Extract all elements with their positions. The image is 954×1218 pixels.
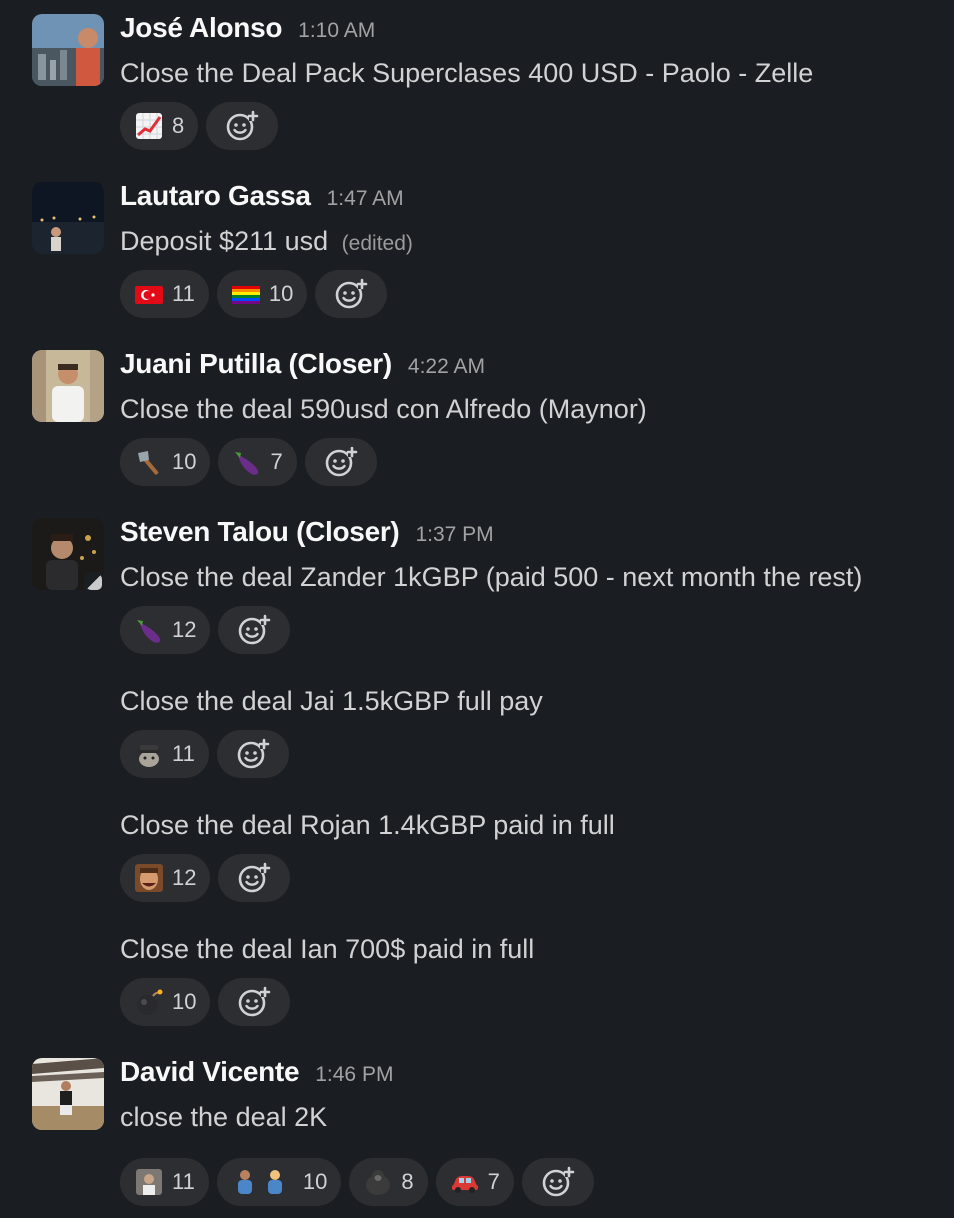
two-men-icon xyxy=(231,1167,295,1197)
eggplant-icon xyxy=(134,615,164,645)
reaction-bar: 10 7 xyxy=(120,438,377,486)
reaction-count: 12 xyxy=(172,617,197,642)
eggplant-icon xyxy=(232,447,262,477)
message-text: Close the deal Zander 1kGBP (paid 500 - … xyxy=(120,562,863,592)
add-reaction-button[interactable] xyxy=(521,1158,594,1206)
message-text: Close the deal Rojan 1.4kGBP paid in ful… xyxy=(120,810,615,840)
reaction-count: 12 xyxy=(172,865,197,890)
timestamp[interactable]: 1:37 PM xyxy=(415,523,493,547)
reaction[interactable]: 8 xyxy=(120,102,199,150)
reaction-count: 11 xyxy=(172,1169,195,1194)
add-emoji-icon xyxy=(226,110,260,141)
message-text: Close the deal 590usd con Alfredo (Mayno… xyxy=(120,394,647,424)
reaction-count: 7 xyxy=(270,449,283,474)
laughing-man-icon xyxy=(134,863,164,893)
avatar[interactable] xyxy=(32,1058,104,1130)
add-reaction-button[interactable] xyxy=(216,730,289,778)
reaction-bar: 11 xyxy=(120,730,289,778)
reaction[interactable]: 11 xyxy=(120,1158,209,1206)
rainbow-flag-icon xyxy=(231,279,261,309)
message-text: Close the Deal Pack Superclases 400 USD … xyxy=(120,58,814,88)
author-name[interactable]: Steven Talou (Closer) xyxy=(120,516,400,548)
reaction-count: 8 xyxy=(401,1169,414,1194)
avatar[interactable] xyxy=(32,14,104,86)
reaction-count: 10 xyxy=(172,989,197,1014)
reaction-count: 11 xyxy=(172,281,195,306)
add-emoji-icon xyxy=(336,278,369,309)
reaction[interactable]: 10 xyxy=(216,270,308,318)
reaction-count: 10 xyxy=(302,1169,328,1194)
reaction-bar: 11 10 xyxy=(120,270,388,318)
add-reaction-button[interactable] xyxy=(304,438,377,486)
axe-icon xyxy=(134,447,164,477)
edited-label: (edited) xyxy=(341,232,413,255)
reaction-count: 7 xyxy=(487,1169,500,1194)
reaction-count: 11 xyxy=(172,741,195,766)
chart-increasing-icon xyxy=(134,111,164,141)
author-name[interactable]: Lautaro Gassa xyxy=(120,180,311,212)
reaction[interactable]: 7 xyxy=(435,1158,514,1206)
message-text: Close the deal Jai 1.5kGBP full pay xyxy=(120,686,543,716)
bomb-icon xyxy=(134,987,164,1017)
author-name[interactable]: David Vicente xyxy=(120,1056,300,1088)
reaction[interactable]: 10 xyxy=(216,1158,342,1206)
flag-turkey-icon xyxy=(134,279,164,309)
add-emoji-icon xyxy=(239,986,272,1017)
reaction-count: 10 xyxy=(172,449,197,474)
reaction-count: 10 xyxy=(268,281,294,306)
reaction[interactable]: 11 xyxy=(120,270,209,318)
reaction[interactable]: 10 xyxy=(120,438,211,486)
message-text: close the deal 2K xyxy=(120,1102,328,1132)
add-emoji-icon xyxy=(239,614,272,645)
reaction-bar: 10 xyxy=(120,978,291,1026)
author-name[interactable]: José Alonso xyxy=(120,12,282,44)
avatar[interactable] xyxy=(32,350,104,422)
gorilla-icon xyxy=(363,1167,393,1197)
add-reaction-button[interactable] xyxy=(315,270,388,318)
add-reaction-button[interactable] xyxy=(218,606,291,654)
add-reaction-button[interactable] xyxy=(206,102,279,150)
timestamp[interactable]: 1:46 PM xyxy=(315,1063,393,1087)
person-photo-icon xyxy=(134,1167,164,1197)
reaction-bar: 12 xyxy=(120,606,291,654)
message-text: Deposit $211 usd xyxy=(120,226,329,256)
timestamp[interactable]: 1:10 AM xyxy=(298,19,375,43)
add-emoji-icon xyxy=(237,738,270,769)
reaction[interactable]: 12 xyxy=(120,854,211,902)
add-reaction-button[interactable] xyxy=(218,854,291,902)
add-emoji-icon xyxy=(325,446,358,477)
reaction[interactable]: 7 xyxy=(218,438,297,486)
reaction-bar: 11 10 8 7 xyxy=(120,1158,594,1206)
add-reaction-button[interactable] xyxy=(218,978,291,1026)
reaction-count: 8 xyxy=(172,113,185,138)
author-name[interactable]: Juani Putilla (Closer) xyxy=(120,348,392,380)
reaction[interactable]: 8 xyxy=(349,1158,428,1206)
message-text: Close the deal Ian 700$ paid in full xyxy=(120,934,535,964)
timestamp[interactable]: 1:47 AM xyxy=(327,187,404,211)
car-icon xyxy=(450,1167,480,1197)
reaction[interactable]: 12 xyxy=(120,606,211,654)
message-text-row: Deposit $211 usd (edited) xyxy=(120,224,413,261)
detective-cat-icon xyxy=(134,739,164,769)
avatar[interactable] xyxy=(32,182,104,254)
add-emoji-icon xyxy=(542,1166,575,1197)
add-emoji-icon xyxy=(239,862,272,893)
reaction[interactable]: 11 xyxy=(120,730,209,778)
timestamp[interactable]: 4:22 AM xyxy=(408,355,485,379)
reaction-bar: 12 xyxy=(120,854,291,902)
reaction[interactable]: 10 xyxy=(120,978,211,1026)
reaction-bar: 8 xyxy=(120,102,279,150)
status-indicator xyxy=(84,572,104,592)
